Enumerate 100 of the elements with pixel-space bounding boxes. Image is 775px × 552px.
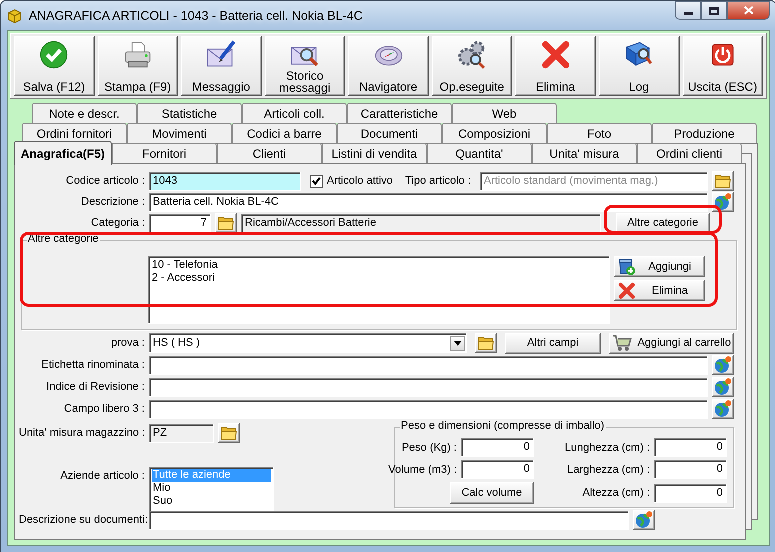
globe-icon [714, 378, 732, 396]
field-label: Categoria : [90, 217, 145, 229]
tab[interactable]: Quantita' [427, 143, 532, 163]
bin-plus-icon [618, 258, 636, 276]
tab[interactable]: Movimenti [127, 123, 232, 143]
tab[interactable]: Codici a barre [232, 123, 337, 143]
checkmark-icon [311, 176, 322, 186]
group-title: Peso e dimensioni (compresse di imballo) [400, 420, 606, 432]
field-label: prova : [110, 337, 145, 349]
tab[interactable]: Fornitori [112, 143, 217, 163]
field-label: Descrizione : [80, 196, 145, 208]
checkbox-label: Articolo attivo [327, 175, 394, 187]
tab[interactable]: Caratteristiche [347, 103, 452, 123]
tab[interactable]: Unita' misura [532, 143, 637, 163]
tab[interactable]: Composizioni [442, 123, 547, 143]
input-field[interactable]: 0 [461, 438, 534, 457]
globe-icon [635, 511, 653, 529]
folder-icon [221, 426, 237, 440]
minimize-button[interactable] [675, 1, 701, 20]
tab[interactable]: Statistiche [137, 103, 242, 123]
toolbar-button[interactable]: Storico messaggi [264, 36, 346, 96]
add-to-cart-button[interactable]: Aggiungi al carrello [609, 332, 734, 354]
folder-button[interactable] [218, 423, 240, 443]
input-field[interactable]: PZ [149, 424, 214, 442]
maximize-button[interactable] [701, 1, 727, 20]
close-icon [744, 6, 754, 15]
input-field[interactable]: 1043 [149, 172, 301, 190]
altre-categorie-button[interactable]: Altre categorie [616, 212, 710, 234]
toolbar-button[interactable]: Messaggio [181, 36, 262, 96]
field-label: Aziende articolo : [60, 469, 145, 482]
toolbar-button[interactable]: Navigatore [348, 36, 429, 96]
caret-icon [454, 340, 462, 346]
input-field[interactable] [149, 510, 629, 530]
cross-icon [540, 40, 571, 70]
toolbar-button[interactable]: Salva (F12) [14, 36, 95, 96]
input-field[interactable] [149, 400, 708, 418]
toolbar-button[interactable]: Elimina [515, 36, 596, 96]
folder-button[interactable] [475, 333, 497, 353]
globe-button[interactable] [712, 377, 734, 397]
list-item[interactable]: 2 - Accessori [151, 272, 607, 285]
toolbar-button[interactable]: Stampa (F9) [98, 36, 178, 96]
globe-button[interactable] [712, 355, 734, 375]
input-field[interactable]: 0 [654, 460, 727, 479]
category-list[interactable]: 10 - Telefonia 2 - Accessori [148, 256, 610, 324]
folder-icon [218, 216, 234, 230]
input-field[interactable] [149, 356, 708, 374]
tab[interactable]: Ordini clienti [637, 143, 742, 163]
tab[interactable]: Produzione [652, 123, 757, 143]
checkbox[interactable] [310, 174, 323, 188]
gears-magnifier-icon [457, 40, 488, 70]
input-field[interactable]: 0 [461, 460, 534, 479]
tab[interactable]: Note e descr. [32, 103, 137, 123]
folder-icon [715, 174, 731, 188]
list-item[interactable]: Mio [152, 482, 271, 495]
field-label: Unita' misura magazzino : [19, 427, 145, 439]
list-item[interactable]: Suo [152, 495, 271, 508]
altri-campi-button[interactable]: Altri campi [505, 332, 601, 354]
tab[interactable]: Anagrafica(F5) [14, 141, 112, 165]
input-field[interactable]: Ricambi/Accessori Batterie [241, 214, 601, 232]
input-field[interactable]: 0 [654, 484, 727, 502]
calc-volume-button[interactable]: Calc volume [450, 482, 534, 504]
cross-icon [618, 282, 636, 300]
field-label: Larghezza (cm) : [566, 464, 650, 476]
window-title: ANAGRAFICA ARTICOLI - 1043 - Batteria cell. Nokia BL-4C [29, 8, 364, 22]
folder-button[interactable] [215, 213, 237, 233]
tab[interactable]: Listini di vendita [322, 143, 427, 163]
list-item[interactable]: 10 - Telefonia [151, 259, 607, 272]
tab[interactable]: Documenti [337, 123, 442, 143]
tab[interactable]: Ordini fornitori [22, 123, 127, 143]
input-field[interactable]: Batteria cell. Nokia BL-4C [149, 192, 708, 212]
field-label: Peso (Kg) : [400, 442, 457, 454]
list-action-button[interactable]: Elimina [614, 280, 705, 301]
tab[interactable]: Web [452, 103, 557, 123]
globe-icon [714, 356, 732, 374]
checkmark-circle-icon [39, 40, 70, 70]
globe-icon [714, 400, 732, 418]
printer-icon [122, 40, 153, 70]
field-label: Campo libero 3 : [63, 403, 145, 415]
folder-button[interactable] [712, 171, 734, 191]
close-button[interactable] [727, 1, 770, 20]
input-field[interactable]: 0 [654, 438, 727, 457]
company-list[interactable]: Tutte le aziende Mio Suo [149, 467, 274, 512]
field-label: Etichetta rinominata : [40, 359, 145, 371]
toolbar-button[interactable]: Log [598, 36, 680, 96]
tab[interactable]: Clienti [217, 143, 322, 163]
tab[interactable]: Articoli coll. [242, 103, 347, 123]
toolbar-button[interactable]: Op.eseguite [432, 36, 512, 96]
globe-button[interactable] [633, 510, 655, 530]
dropdown[interactable]: HS ( HS ) [149, 333, 467, 353]
toolbar-button[interactable]: Uscita (ESC) [682, 36, 764, 96]
field-label: Indice di Revisione : [46, 381, 145, 393]
globe-button[interactable] [712, 399, 734, 419]
box-icon [7, 8, 23, 24]
input-field[interactable] [149, 378, 708, 396]
folder-icon [478, 336, 494, 350]
list-action-button[interactable]: Aggiungi [614, 256, 705, 277]
globe-button[interactable] [712, 192, 734, 212]
input-field[interactable]: 7 [149, 214, 211, 232]
field-label: Lunghezza (cm) : [564, 442, 650, 454]
tab[interactable]: Foto [547, 123, 652, 143]
